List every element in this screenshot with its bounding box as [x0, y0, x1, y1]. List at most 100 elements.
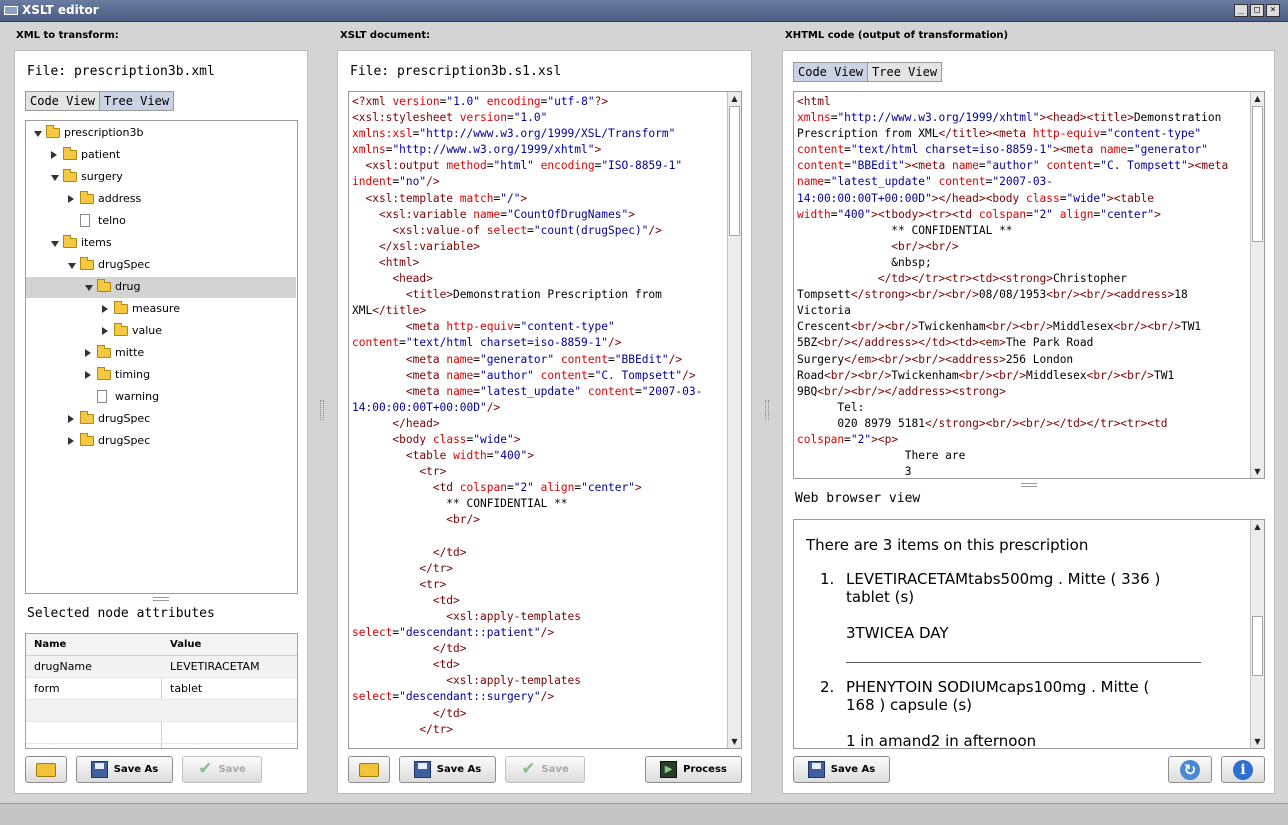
splitter-left[interactable] [320, 400, 324, 420]
tree-node-label: mitte [115, 346, 145, 359]
collapsed-arrow-icon[interactable] [68, 195, 74, 203]
floppy-disk-icon [413, 761, 431, 778]
folder-open-icon [36, 762, 56, 777]
collapsed-arrow-icon[interactable] [51, 151, 57, 159]
tree-node[interactable]: telno [26, 211, 296, 232]
collapsed-arrow-icon[interactable] [102, 305, 108, 313]
folder-icon [80, 191, 94, 204]
scroll-down-icon[interactable]: ▼ [1251, 465, 1264, 478]
browser-intro: There are 3 items on this prescription [806, 536, 1089, 554]
tree-node[interactable]: items [26, 233, 296, 254]
folder-icon [97, 345, 111, 358]
attribute-name: drugName [34, 660, 92, 673]
tree-node-label: surgery [81, 170, 123, 183]
tree-node-label: timing [115, 368, 151, 381]
xslt-scrollbar[interactable]: ▲ ▼ [727, 92, 741, 748]
folder-icon [114, 301, 128, 314]
scroll-down-icon[interactable]: ▼ [1251, 735, 1264, 748]
tree-node[interactable]: value [26, 321, 296, 342]
floppy-disk-icon [807, 761, 825, 778]
checkmark-icon: ✔ [198, 759, 213, 779]
tree-node[interactable]: drug [26, 277, 296, 298]
xhtml-scrollbar[interactable]: ▲ ▼ [1250, 92, 1264, 478]
collapsed-arrow-icon[interactable] [68, 415, 74, 423]
xslt-panel: File: prescription3b.s1.xsl <?xml versio… [337, 50, 752, 794]
info-button[interactable]: i [1221, 756, 1265, 783]
tree-node[interactable]: drugSpec [26, 409, 296, 430]
folder-open-icon [97, 279, 111, 292]
expanded-arrow-icon[interactable] [51, 175, 59, 181]
tree-node[interactable]: address [26, 189, 296, 210]
maximize-button[interactable]: □ [1250, 4, 1264, 17]
minimize-button[interactable]: _ [1234, 4, 1248, 17]
xml-tree[interactable]: prescription3b patient surgery address telno… [25, 120, 298, 594]
attribute-value: LEVETIRACETAM [170, 660, 260, 673]
web-browser-view[interactable]: There are 3 items on this prescription 1… [793, 519, 1265, 749]
save-xml-button[interactable]: ✔ Save [182, 756, 262, 783]
attribute-row[interactable]: drugName LEVETIRACETAM [26, 656, 297, 678]
scroll-up-icon[interactable]: ▲ [1251, 520, 1264, 533]
scroll-up-icon[interactable]: ▲ [728, 92, 741, 105]
scroll-thumb[interactable] [1252, 106, 1263, 242]
xml-column-header: XML to transform: [16, 30, 119, 41]
open-xslt-button[interactable] [348, 756, 390, 783]
tree-node[interactable]: warning [26, 387, 296, 408]
tree-node[interactable]: measure [26, 299, 296, 320]
xslt-file-label: File: prescription3b.s1.xsl [350, 64, 562, 79]
browser-scrollbar[interactable]: ▲ ▼ [1250, 520, 1264, 748]
collapsed-arrow-icon[interactable] [68, 437, 74, 445]
tab-code-view[interactable]: Code View [26, 92, 101, 110]
xhtml-column-header: XHTML code (output of transformation) [785, 30, 1009, 41]
open-xml-button[interactable] [25, 756, 67, 783]
collapsed-arrow-icon[interactable] [85, 349, 91, 357]
tab-tree-view[interactable]: Tree View [100, 92, 174, 110]
attribute-row[interactable] [26, 700, 297, 722]
status-bar [0, 803, 1288, 825]
process-button[interactable]: ▶ Process [645, 756, 742, 783]
scroll-up-icon[interactable]: ▲ [1251, 92, 1264, 105]
collapsed-arrow-icon[interactable] [85, 371, 91, 379]
tree-resize-handle[interactable] [153, 597, 169, 601]
xml-view-toggle: Code View Tree View [25, 91, 175, 111]
expanded-arrow-icon[interactable] [51, 241, 59, 247]
scroll-down-icon[interactable]: ▼ [728, 735, 741, 748]
file-icon [97, 390, 107, 403]
xhtml-panel: Code View Tree View <html xmlns="http://… [782, 50, 1275, 794]
output-resize-handle[interactable] [1021, 483, 1037, 487]
tree-node-label: address [98, 192, 142, 205]
tree-node-label: value [132, 324, 163, 337]
tree-node[interactable]: drugSpec [26, 431, 296, 452]
xhtml-code-text: <html xmlns="http://www.w3.org/1999/xhtm… [797, 95, 1229, 479]
save-xslt-button[interactable]: ✔ Save [505, 756, 585, 783]
expanded-arrow-icon[interactable] [85, 285, 93, 291]
scroll-thumb[interactable] [729, 106, 740, 236]
list-item-number: 1. [820, 570, 835, 588]
tab-tree-view[interactable]: Tree View [868, 63, 941, 81]
tree-node[interactable]: surgery [26, 167, 296, 188]
tree-node[interactable]: prescription3b [26, 123, 296, 144]
collapsed-arrow-icon[interactable] [102, 327, 108, 335]
tree-node[interactable]: timing [26, 365, 296, 386]
tree-node[interactable]: drugSpec [26, 255, 296, 276]
title-bar: XSLT editor _ □ × [0, 0, 1288, 22]
expanded-arrow-icon[interactable] [34, 131, 42, 137]
save-as-xhtml-button[interactable]: Save As [793, 756, 890, 783]
attribute-row[interactable]: form tablet [26, 678, 297, 700]
folder-icon [80, 411, 94, 424]
save-as-xslt-button[interactable]: Save As [399, 756, 496, 783]
refresh-button[interactable]: ↻ [1168, 756, 1212, 783]
splitter-right[interactable] [765, 400, 769, 420]
folder-icon [80, 433, 94, 446]
xhtml-code-output[interactable]: <html xmlns="http://www.w3.org/1999/xhtm… [793, 91, 1265, 479]
expanded-arrow-icon[interactable] [68, 263, 76, 269]
save-as-xml-button[interactable]: Save As [76, 756, 173, 783]
tab-code-view[interactable]: Code View [794, 63, 869, 81]
scroll-thumb[interactable] [1252, 616, 1263, 676]
attribute-row[interactable] [26, 722, 297, 744]
tree-node[interactable]: mitte [26, 343, 296, 364]
xslt-code-editor[interactable]: <?xml version="1.0" encoding="utf-8"?> <… [348, 91, 742, 749]
xml-file-label: File: prescription3b.xml [27, 64, 215, 79]
tree-node-label: drugSpec [98, 434, 151, 447]
close-button[interactable]: × [1266, 4, 1280, 17]
tree-node[interactable]: patient [26, 145, 296, 166]
